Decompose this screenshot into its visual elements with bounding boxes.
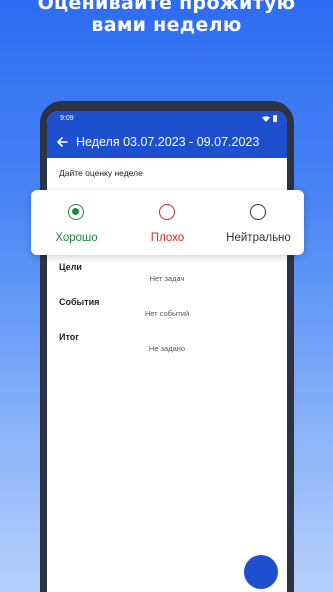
promo-title-line-1: Оценивайте прожитую	[37, 0, 296, 14]
rating-option-good[interactable]: Хорошо	[31, 190, 122, 255]
back-arrow-icon[interactable]	[56, 136, 68, 148]
battery-icon	[273, 115, 277, 122]
rating-prompt: Дайте оценку неделе	[59, 168, 143, 178]
rating-label: Плохо	[150, 232, 185, 244]
section-label: Итог	[59, 332, 80, 342]
status-icons	[262, 115, 277, 122]
section-goals[interactable]: Цели Нет задач	[59, 262, 275, 283]
section-events[interactable]: События Нет событий	[59, 297, 275, 318]
rating-card: Хорошо Плохо Нейтрально	[31, 190, 304, 255]
radio-selected-icon[interactable]	[68, 204, 85, 220]
page-title: Неделя 03.07.2023 - 09.07.2023	[76, 135, 260, 149]
wifi-icon	[262, 115, 270, 122]
rating-label: Нейтрально	[226, 232, 291, 244]
status-time: 9:09	[60, 115, 74, 122]
promo-title-line-2: вами неделю	[91, 14, 242, 36]
rating-option-bad[interactable]: Плохо	[122, 190, 213, 255]
section-label: Цели	[59, 262, 82, 272]
section-label: События	[59, 297, 100, 307]
rating-option-neutral[interactable]: Нейтрально	[213, 190, 304, 255]
week-content: Дайте оценку неделе Цели Нет задач Событ…	[47, 158, 287, 353]
section-summary[interactable]: Итог Не задано	[59, 332, 275, 353]
app-bar: Неделя 03.07.2023 - 09.07.2023	[47, 126, 287, 158]
rating-label: Хорошо	[55, 232, 98, 244]
section-value: Нет задач	[149, 274, 185, 283]
section-value: Не задано	[148, 344, 186, 353]
radio-unselected-icon[interactable]	[159, 204, 176, 220]
radio-unselected-icon[interactable]	[250, 204, 267, 220]
add-button[interactable]	[244, 555, 278, 589]
status-bar: 9:09	[47, 111, 287, 126]
promo-title: Оценивайте прожитую вами неделю	[0, 0, 333, 36]
section-value: Нет событий	[144, 309, 190, 318]
app-screen: 9:09 Неделя 03.07.2023 - 09.07.2023 Дайт…	[47, 111, 287, 592]
